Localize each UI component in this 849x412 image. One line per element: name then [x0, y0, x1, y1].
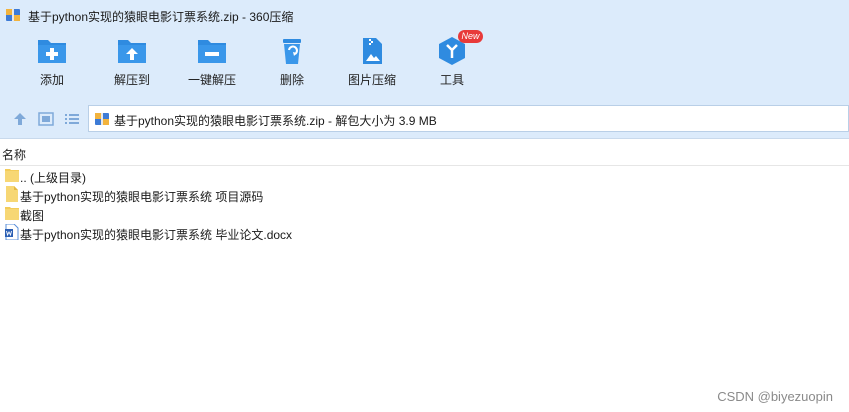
delete-label: 删除	[279, 73, 304, 87]
folder-icon	[5, 169, 19, 182]
list-item[interactable]: 截图	[0, 204, 849, 223]
extract-to-button[interactable]: 解压到	[97, 36, 167, 96]
folder-icon	[5, 207, 19, 220]
archive-app-icon	[6, 9, 20, 21]
list-item-name: 截图	[20, 209, 45, 223]
list-item[interactable]: .. (上级目录)	[0, 166, 849, 185]
file-list: .. (上级目录) 基于python实现的猿眼电影订票系统 项目源码 截图 基于…	[0, 166, 849, 242]
list-view-icon[interactable]	[64, 111, 80, 127]
list-item[interactable]: 基于python实现的猿眼电影订票系统 项目源码	[0, 185, 849, 204]
up-arrow-icon[interactable]	[12, 111, 28, 127]
thumbnail-view-icon[interactable]	[38, 111, 54, 127]
image-compress-button[interactable]: 图片压缩	[337, 36, 407, 96]
image-compress-label: 图片压缩	[347, 73, 396, 87]
watermark: CSDN @biyezuopin	[717, 389, 833, 404]
toolbar: 添加 解压到 一键解压 删除 图片压缩 New 工具	[0, 30, 849, 100]
delete-icon	[283, 39, 301, 64]
path-address-box[interactable]: 基于python实现的猿眼电影订票系统.zip - 解包大小为 3.9 MB	[88, 105, 849, 132]
extract-to-icon	[118, 40, 146, 63]
one-click-extract-button[interactable]: 一键解压	[177, 36, 247, 96]
tools-label: 工具	[439, 73, 464, 87]
word-document-icon	[5, 224, 19, 240]
archive-file-icon	[95, 113, 109, 125]
image-compress-icon	[363, 38, 382, 64]
tools-button[interactable]: New 工具	[417, 30, 487, 96]
list-item-name: 基于python实现的猿眼电影订票系统 项目源码	[20, 190, 264, 204]
new-badge: New	[458, 30, 483, 43]
one-click-extract-label: 一键解压	[187, 73, 236, 87]
window-title: 基于python实现的猿眼电影订票系统.zip - 360压缩	[28, 10, 294, 24]
navigation-bar: 基于python实现的猿眼电影订票系统.zip - 解包大小为 3.9 MB	[0, 100, 849, 139]
list-item[interactable]: 基于python实现的猿眼电影订票系统 毕业论文.docx	[0, 223, 849, 242]
column-header: 名称	[0, 139, 849, 166]
list-item-name: 基于python实现的猿眼电影订票系统 毕业论文.docx	[20, 228, 293, 242]
add-button[interactable]: 添加	[17, 36, 87, 96]
title-bar: 基于python实现的猿眼电影订票系统.zip - 360压缩	[0, 0, 849, 30]
file-icon	[6, 186, 18, 202]
list-item-name: .. (上级目录)	[20, 171, 86, 185]
delete-button[interactable]: 删除	[257, 36, 327, 96]
one-click-extract-icon	[198, 40, 226, 63]
extract-to-label: 解压到	[113, 73, 150, 87]
path-text: 基于python实现的猿眼电影订票系统.zip - 解包大小为 3.9 MB	[114, 114, 437, 128]
column-name-header[interactable]: 名称	[2, 146, 26, 163]
add-label: 添加	[39, 73, 64, 87]
add-icon	[38, 40, 66, 63]
